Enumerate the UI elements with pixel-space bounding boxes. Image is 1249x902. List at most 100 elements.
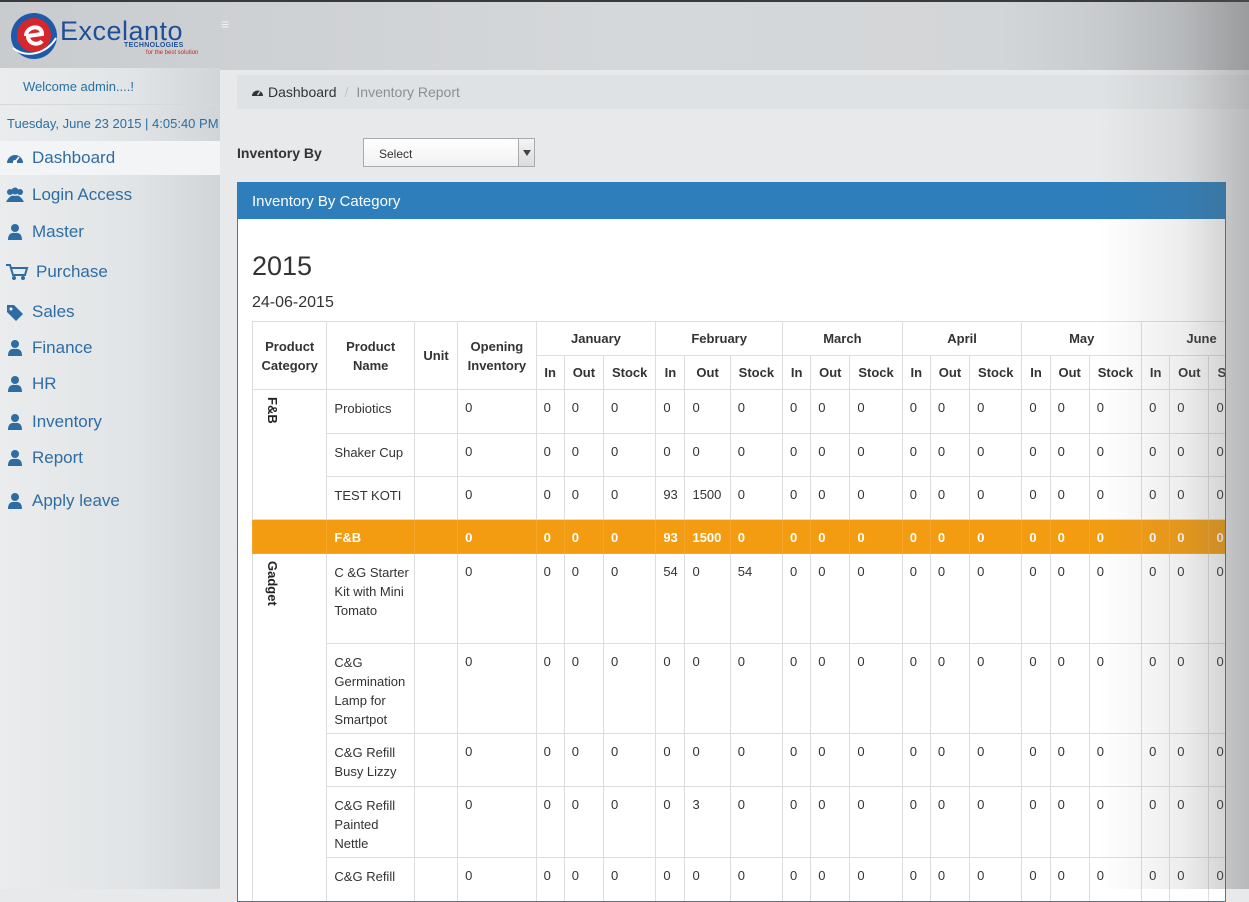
inventory-by-select[interactable]: Select [363, 138, 535, 167]
sidebar-item-label: Inventory [32, 412, 102, 432]
table-row[interactable]: TEST KOTI00009315000000000000000 [253, 477, 1227, 520]
panel-title: Inventory By Category [238, 183, 1225, 219]
value-cell: 0 [1051, 734, 1089, 759]
value-cell: 0 [850, 477, 901, 502]
menu-toggle-icon[interactable]: ≡ [221, 17, 229, 31]
value-cell: 0 [731, 477, 782, 502]
inventory-table-wrapper[interactable]: Product CategoryProduct NameUnitOpening … [252, 321, 1226, 902]
value-cell: 93 [656, 477, 684, 502]
value-cell: 0 [850, 554, 901, 579]
value-cell: 0 [783, 390, 810, 415]
sub-header-in: In [783, 356, 811, 390]
subtotal-value: 0 [604, 520, 655, 545]
month-header: March [783, 322, 903, 356]
brand-tagline: for the best solution [146, 50, 198, 56]
value-cell: 0 [931, 477, 969, 502]
breadcrumb-home[interactable]: Dashboard [251, 84, 337, 100]
sub-header-out: Out [811, 356, 850, 390]
sidebar-item-hr[interactable]: HR [0, 367, 220, 401]
brand-logo[interactable]: Excelanto TECHNOLOGIES for the best solu… [8, 8, 218, 64]
category-label: Gadget [265, 561, 280, 606]
unit-cell [415, 787, 457, 797]
sidebar-item-inventory[interactable]: Inventory [0, 405, 220, 439]
value-cell: 0 [1209, 787, 1226, 812]
value-cell: 0 [1142, 434, 1169, 459]
value-cell: 0 [656, 390, 684, 415]
value-cell: 3 [685, 787, 729, 812]
month-header: January [536, 322, 656, 356]
value-cell: 0 [1142, 390, 1169, 415]
value-cell: 0 [811, 390, 849, 415]
subtotal-value: 0 [731, 520, 782, 545]
column-header-category: Product Category [253, 322, 327, 390]
sidebar-item-finance[interactable]: Finance [0, 331, 220, 365]
sub-header-out: Out [1170, 356, 1209, 390]
value-cell: 0 [565, 434, 603, 459]
value-cell: 0 [565, 644, 603, 669]
sub-header-stock: Stock [604, 356, 656, 390]
sub-header-stock: Stock [730, 356, 782, 390]
table-row[interactable]: GadgetC &G Starter Kit with Mini Tomato0… [253, 554, 1227, 644]
value-cell: 0 [1142, 554, 1169, 579]
table-row[interactable]: Shaker Cup0000000000000000000 [253, 434, 1227, 477]
subtotal-value: 0 [537, 520, 564, 545]
value-cell: 0 [850, 434, 901, 459]
cart-icon [5, 263, 29, 281]
value-cell: 0 [731, 787, 782, 812]
subtotal-opening: 0 [458, 520, 535, 545]
value-cell: 0 [1090, 734, 1141, 759]
sidebar-item-login-access[interactable]: Login Access [0, 178, 220, 212]
value-cell: 0 [1142, 787, 1169, 812]
table-row[interactable]: C&G Refill0000000000000000000 [253, 858, 1227, 902]
table-row[interactable]: F&BProbiotics0000000000000000000 [253, 390, 1227, 434]
value-cell: 0 [1209, 858, 1226, 883]
value-cell: 0 [1209, 734, 1226, 759]
value-cell: 0 [731, 734, 782, 759]
sidebar-item-purchase[interactable]: Purchase [0, 255, 220, 289]
month-header: June [1142, 322, 1226, 356]
user-icon [5, 449, 25, 467]
value-cell: 0 [565, 390, 603, 415]
value-cell: 0 [811, 554, 849, 579]
sidebar-item-label: Master [32, 222, 84, 242]
value-cell: 0 [1170, 644, 1208, 669]
value-cell: 0 [1170, 858, 1208, 883]
value-cell: 0 [811, 477, 849, 502]
product-name: C&G Refill [327, 858, 414, 886]
value-cell: 0 [1022, 787, 1049, 812]
chevron-down-icon[interactable] [518, 139, 534, 166]
value-cell: 0 [1170, 434, 1208, 459]
sidebar-item-apply-leave[interactable]: Apply leave [0, 484, 220, 518]
value-cell: 0 [850, 734, 901, 759]
table-row[interactable]: C&G Refill Busy Lizzy0000000000000000000 [253, 734, 1227, 787]
table-row[interactable]: C&G Germination Lamp for Smartpot0000000… [253, 644, 1227, 734]
value-cell: 0 [1090, 477, 1141, 502]
sidebar-item-master[interactable]: Master [0, 215, 220, 249]
value-cell: 0 [811, 644, 849, 669]
value-cell: 0 [1209, 477, 1226, 502]
value-cell: 0 [1051, 477, 1089, 502]
value-cell: 0 [1170, 390, 1208, 415]
value-cell: 0 [537, 644, 564, 669]
sidebar-item-dashboard[interactable]: Dashboard [0, 141, 220, 175]
value-cell: 0 [1090, 554, 1141, 579]
value-cell: 0 [537, 554, 564, 579]
sub-header-stock: Stock [1089, 356, 1141, 390]
value-cell: 0 [783, 787, 810, 812]
sidebar-item-label: Dashboard [32, 148, 115, 168]
unit-cell [415, 644, 457, 654]
column-header-opening: Opening Inventory [458, 322, 536, 390]
value-cell: 0 [1051, 787, 1089, 812]
unit-cell [415, 554, 457, 564]
month-header: May [1022, 322, 1142, 356]
unit-cell [415, 434, 457, 444]
sidebar-item-report[interactable]: Report [0, 441, 220, 475]
sidebar-item-sales[interactable]: Sales [0, 295, 220, 329]
column-header-unit: Unit [414, 322, 457, 390]
value-cell: 0 [731, 434, 782, 459]
value-cell: 0 [970, 787, 1021, 812]
value-cell: 0 [685, 434, 729, 459]
value-cell: 0 [656, 787, 684, 812]
table-row[interactable]: C&G Refill Painted Nettle000003000000000… [253, 787, 1227, 858]
value-cell: 0 [1170, 787, 1208, 812]
